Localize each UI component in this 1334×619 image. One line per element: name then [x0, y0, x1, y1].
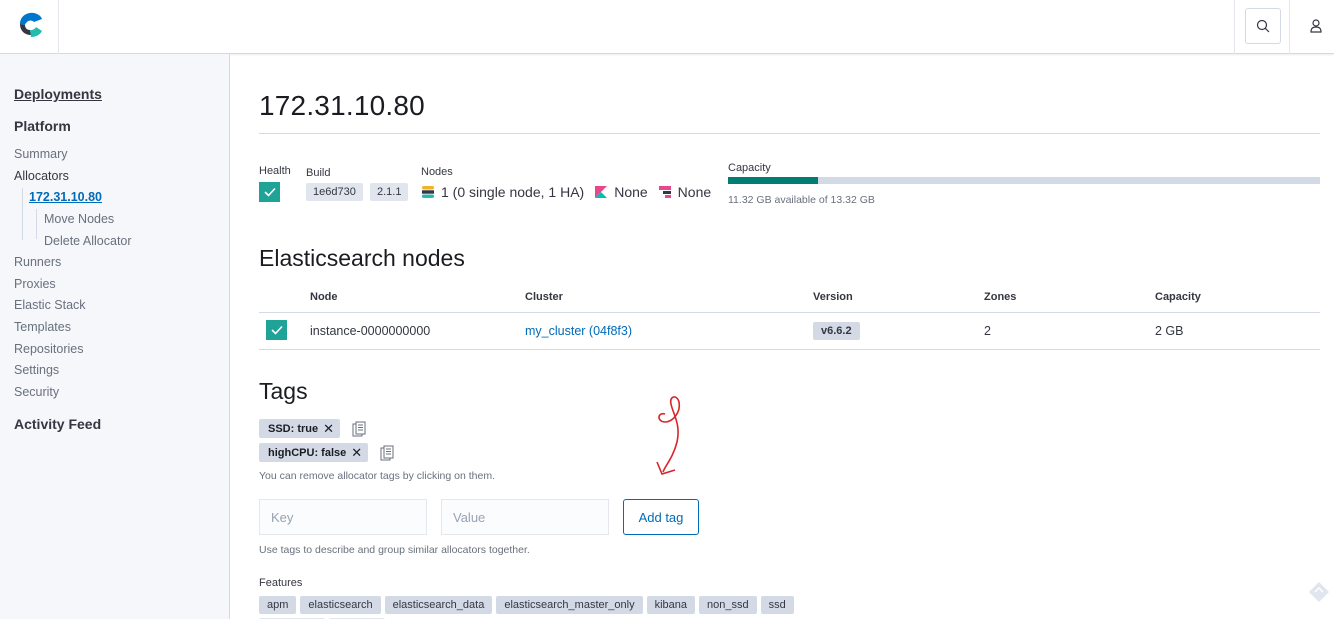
tag-ssd[interactable]: SSD: true ✕	[259, 419, 341, 438]
build-hash-badge: 1e6d730	[306, 183, 363, 201]
copy-icon[interactable]	[380, 445, 394, 461]
user-menu-button[interactable]	[1306, 16, 1326, 36]
check-icon	[270, 325, 283, 335]
capacity-value: 2 GB	[1155, 324, 1184, 338]
capacity-available-text: 11.32 GB available of 13.32 GB	[728, 194, 875, 206]
kibana-icon	[595, 186, 608, 198]
main-content: 172.31.10.80 Health Build 1e6d730 2.1.1 …	[259, 54, 1320, 619]
search-icon	[1256, 19, 1270, 33]
sidebar-item-allocators[interactable]: Allocators	[14, 169, 69, 183]
nodes-es-count: 1 (0 single node, 1 HA)	[441, 184, 585, 200]
apm-icon	[658, 186, 671, 198]
health-label: Health	[259, 165, 291, 177]
tree-guide-line	[22, 188, 23, 240]
sidebar-item-security[interactable]: Security	[14, 385, 59, 399]
table-row: instance-0000000000 my_cluster (04f8f3) …	[259, 313, 1320, 350]
tag-label: highCPU: false	[268, 446, 347, 459]
sidebar-item-deployments[interactable]: Deployments	[14, 86, 102, 102]
feature-badge: elasticsearch_master_only	[496, 596, 643, 614]
tree-guide-line	[36, 209, 37, 239]
nodes-kibana-count: None	[614, 184, 648, 200]
top-bar	[0, 0, 1334, 54]
elasticsearch-icon	[422, 186, 434, 198]
close-icon[interactable]: ✕	[351, 445, 362, 461]
add-tag-button[interactable]: Add tag	[623, 499, 699, 535]
close-icon[interactable]: ✕	[323, 421, 334, 437]
node-name: instance-0000000000	[310, 324, 431, 338]
capacity-label: Capacity	[728, 162, 771, 174]
column-header-node[interactable]: Node	[310, 291, 338, 303]
sidebar-item-repositories[interactable]: Repositories	[14, 342, 83, 356]
features-label: Features	[259, 577, 303, 589]
table-header: Node Cluster Version Zones Capacity	[259, 284, 1320, 313]
nodes-summary: 1 (0 single node, 1 HA) None None	[421, 184, 711, 200]
logo-divider	[58, 0, 59, 54]
capacity-bar	[728, 177, 1320, 184]
build-label: Build	[306, 167, 331, 179]
column-header-zones[interactable]: Zones	[984, 291, 1016, 303]
search-button[interactable]	[1245, 8, 1281, 44]
user-icon	[1310, 19, 1322, 33]
sidebar-item-settings[interactable]: Settings	[14, 363, 59, 377]
title-divider	[259, 133, 1320, 134]
tags-heading: Tags	[259, 378, 308, 404]
zones-value: 2	[984, 324, 991, 338]
column-header-cluster[interactable]: Cluster	[525, 291, 563, 303]
cluster-link[interactable]: my_cluster (04f8f3)	[525, 324, 632, 338]
tag-key-input[interactable]: Key	[259, 499, 427, 535]
tag-highcpu[interactable]: highCPU: false ✕	[259, 443, 369, 462]
capacity-bar-fill	[728, 177, 818, 184]
feature-badge: apm	[259, 596, 297, 614]
nodes-apm-count: None	[677, 184, 712, 200]
watermark-icon	[1309, 582, 1329, 602]
feature-badge: ssd	[760, 596, 794, 614]
node-health-status	[266, 320, 287, 340]
tag-usage-help: Use tags to describe and group similar a…	[259, 544, 530, 556]
sidebar-item-templates[interactable]: Templates	[14, 320, 71, 334]
copy-icon[interactable]	[352, 421, 366, 437]
page-title: 172.31.10.80	[259, 90, 425, 121]
feature-badge: elasticsearch	[300, 596, 381, 614]
column-header-capacity[interactable]: Capacity	[1155, 291, 1201, 303]
feature-badge: non_ssd	[699, 596, 757, 614]
sidebar-item-platform[interactable]: Platform	[14, 118, 71, 134]
search-area	[1234, 0, 1290, 54]
feature-badge: elasticsearch_data	[384, 596, 493, 614]
check-icon	[263, 187, 276, 197]
build-version-badge: 2.1.1	[370, 183, 409, 201]
es-nodes-heading: Elasticsearch nodes	[259, 245, 465, 271]
sidebar-item-proxies[interactable]: Proxies	[14, 277, 56, 291]
nodes-label: Nodes	[421, 166, 453, 178]
sidebar-item-delete-allocator[interactable]: Delete Allocator	[44, 234, 132, 248]
sidebar-item-runners[interactable]: Runners	[14, 255, 61, 269]
column-header-version[interactable]: Version	[813, 291, 853, 303]
sidebar-item-allocator-current[interactable]: 172.31.10.80	[29, 190, 102, 204]
sidebar-item-move-nodes[interactable]: Move Nodes	[44, 212, 114, 226]
tag-value-input[interactable]: Value	[441, 499, 609, 535]
tag-label: SSD: true	[268, 422, 319, 435]
remove-tags-help: You can remove allocator tags by clickin…	[259, 470, 495, 482]
feature-badge: kibana	[646, 596, 695, 614]
annotation-arrow-icon	[656, 396, 681, 475]
sidebar-item-summary[interactable]: Summary	[14, 147, 67, 161]
elastic-cloud-logo-icon[interactable]	[14, 10, 44, 40]
version-badge: v6.6.2	[813, 322, 860, 340]
health-status	[259, 182, 280, 202]
features-list: apm elasticsearch elasticsearch_data ela…	[259, 596, 794, 614]
sidebar-item-elastic-stack[interactable]: Elastic Stack	[14, 298, 86, 312]
sidebar-item-activity-feed[interactable]: Activity Feed	[14, 416, 101, 432]
sidebar-nav: Deployments Platform Summary Allocators …	[0, 54, 230, 619]
